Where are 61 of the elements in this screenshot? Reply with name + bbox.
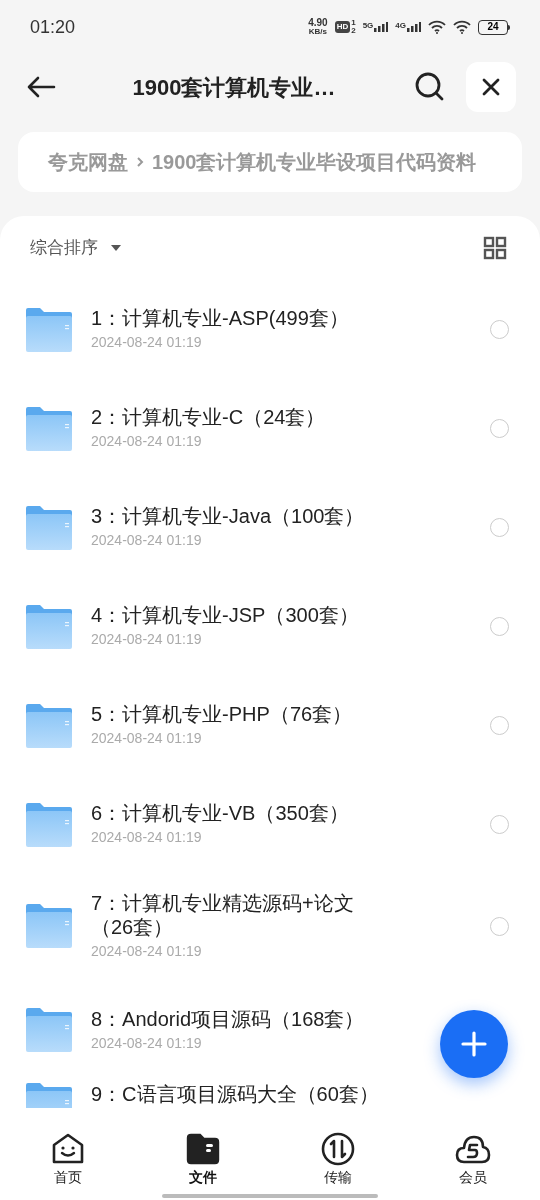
page-title: 1900套计算机专业… (131, 73, 337, 102)
clock: 01:20 (30, 15, 76, 39)
folder-icon (24, 504, 74, 551)
file-date: 2024-08-24 01:19 (91, 828, 202, 847)
folder-icon (24, 603, 74, 650)
file-row[interactable]: 8：Andorid项目源码（168套） 2024-08-24 01:19 (0, 978, 540, 1082)
file-date: 2024-08-24 01:19 (91, 333, 202, 352)
network-type: 4G (395, 22, 406, 30)
nav-tab[interactable]: 传输 (270, 1122, 405, 1200)
folder-icon (185, 1132, 220, 1166)
file-name: 4：计算机专业-JSP（300套） (91, 603, 359, 627)
file-date: 2024-08-24 01:19 (91, 729, 202, 748)
file-row[interactable]: 5：计算机专业-PHP（76套） 2024-08-24 01:19 (0, 676, 540, 775)
sort-dropdown[interactable]: 综合排序 (30, 235, 122, 261)
sim-number: 1 (351, 19, 356, 27)
file-row[interactable]: 2：计算机专业-C（24套） 2024-08-24 01:19 (0, 379, 540, 478)
file-row[interactable]: 1：计算机专业-ASP(499套） 2024-08-24 01:19 (0, 280, 540, 379)
file-name: 2：计算机专业-C（24套） (91, 405, 326, 429)
folder-icon (24, 405, 74, 452)
chevron-icon (136, 156, 144, 168)
file-name: 9：C语言项目源码大全（60套） (91, 1082, 379, 1106)
signal-icon (407, 22, 421, 32)
speed-unit: KB/s (308, 28, 327, 36)
nav-tab[interactable]: 文件 (135, 1122, 270, 1200)
network-speed: 4.90 (308, 18, 328, 28)
signal-icon (374, 22, 389, 32)
file-row[interactable]: 6：计算机专业-VB（350套） 2024-08-24 01:19 (0, 775, 540, 874)
file-row[interactable]: 3：计算机专业-Java（100套） 2024-08-24 01:19 (0, 478, 540, 577)
folder-icon (24, 702, 74, 749)
network-type: 5G (362, 22, 374, 30)
hd-badge: HD (334, 21, 351, 33)
file-name: 7：计算机专业精选源码+论文（26套） (91, 890, 355, 939)
file-date: 2024-08-24 01:19 (91, 531, 202, 550)
file-name: 8：Andorid项目源码（168套） (91, 1006, 366, 1031)
folder-icon (24, 903, 74, 949)
file-date: 2024-08-24 01:19 (91, 432, 202, 451)
wifi-icon (453, 20, 471, 34)
nav-tab[interactable]: 会员 (405, 1122, 540, 1200)
folder-icon (24, 306, 74, 353)
file-date: 2024-08-24 01:19 (91, 941, 202, 961)
file-name: 3：计算机专业-Java（100套） (91, 504, 365, 528)
folder-icon (24, 1007, 74, 1053)
file-date: 2024-08-24 01:19 (91, 1033, 202, 1053)
caret-icon (110, 244, 122, 252)
file-name: 1：计算机专业-ASP(499套） (91, 306, 349, 330)
folder-icon (24, 801, 74, 848)
sim-number: 2 (351, 27, 356, 35)
grid-view-button[interactable] (483, 236, 507, 260)
file-row[interactable]: 7：计算机专业精选源码+论文（26套） 2024-08-24 01:19 (0, 874, 540, 978)
battery-indicator: 24 (478, 19, 508, 35)
close-icon (482, 78, 500, 96)
file-name: 6：计算机专业-VB（350套） (91, 801, 349, 825)
nav-tab[interactable]: 首页 (0, 1122, 135, 1200)
file-date: 2024-08-24 01:19 (91, 630, 202, 649)
plus-icon (461, 1031, 487, 1057)
file-name: 5：计算机专业-PHP（76套） (91, 702, 353, 726)
close-button[interactable] (466, 62, 516, 112)
file-row[interactable]: 4：计算机专业-JSP（300套） 2024-08-24 01:19 (0, 577, 540, 676)
home-icon (50, 1132, 85, 1166)
wifi-icon (428, 20, 446, 34)
transfer-icon (320, 1132, 355, 1166)
